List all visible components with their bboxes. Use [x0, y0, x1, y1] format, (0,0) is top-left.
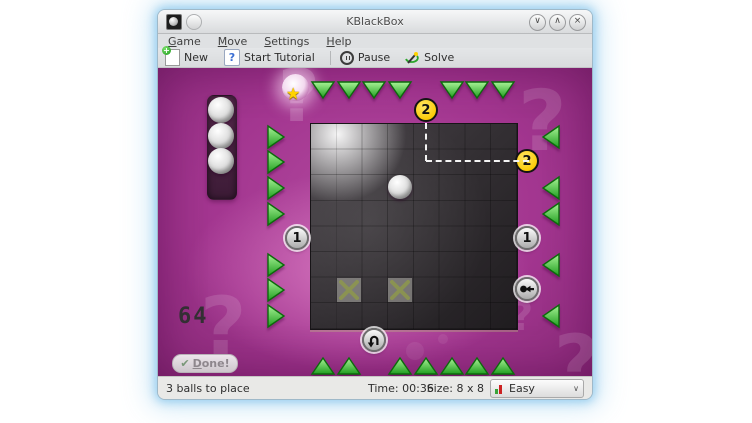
solve-wand-icon — [404, 50, 420, 66]
new-button[interactable]: + New — [165, 49, 208, 66]
laser-arrow-top[interactable] — [336, 78, 362, 102]
laser-arrow-right[interactable] — [538, 201, 564, 225]
solve-button-label: Solve — [424, 51, 454, 64]
laser-arrow-right[interactable] — [538, 124, 564, 148]
done-button-label: Done! — [193, 357, 230, 370]
tray-ball[interactable] — [208, 148, 234, 174]
tray-ball[interactable] — [208, 97, 234, 123]
cursor-star-icon: ★ — [286, 84, 300, 103]
difficulty-value: Easy — [509, 382, 535, 395]
laser-marker-2: 2 — [414, 98, 438, 122]
pause-button[interactable]: Pause — [340, 51, 390, 65]
laser-arrow-bottom[interactable] — [490, 354, 516, 376]
laser-arrow-bottom[interactable] — [336, 354, 362, 376]
difficulty-dropdown[interactable]: Easy ∨ — [490, 379, 584, 398]
laser-arrow-top[interactable] — [387, 78, 413, 102]
minimize-button[interactable]: ∨ — [529, 14, 546, 31]
solve-button[interactable]: Solve — [404, 50, 454, 66]
laser-arrow-left[interactable] — [263, 277, 289, 301]
tutorial-icon: ? — [224, 49, 240, 66]
laser-arrow-top[interactable] — [310, 78, 336, 102]
laser-marker-1: 1 — [285, 226, 309, 250]
laser-arrow-right[interactable] — [538, 303, 564, 327]
chevron-down-icon: ∨ — [573, 384, 579, 393]
hit-marker — [515, 277, 539, 301]
laser-arrow-top[interactable] — [464, 78, 490, 102]
time-status: Time: 00:36 — [368, 382, 434, 395]
laser-arrow-left[interactable] — [263, 149, 289, 173]
laser-path — [426, 160, 529, 162]
toolbar-separator — [330, 51, 331, 65]
laser-arrow-top[interactable] — [439, 78, 465, 102]
laser-arrow-top[interactable] — [490, 78, 516, 102]
laser-arrow-left[interactable] — [263, 124, 289, 148]
titlebar[interactable]: KBlackBox ∨ ∧ × — [158, 10, 592, 34]
laser-arrow-left[interactable] — [263, 175, 289, 199]
laser-arrow-bottom[interactable] — [413, 354, 439, 376]
bubble-decoration — [438, 334, 448, 344]
excluded-cell[interactable] — [337, 278, 361, 302]
laser-arrow-bottom[interactable] — [464, 354, 490, 376]
laser-arrow-left[interactable] — [263, 201, 289, 225]
laser-arrow-left[interactable] — [263, 303, 289, 327]
laser-path — [425, 123, 427, 161]
laser-arrow-right[interactable] — [538, 252, 564, 276]
laser-marker-1: 1 — [515, 226, 539, 250]
laser-arrow-top[interactable] — [361, 78, 387, 102]
balls-to-place-status: 3 balls to place — [166, 382, 250, 395]
menu-settings[interactable]: Settings — [264, 35, 309, 48]
pause-button-label: Pause — [358, 51, 390, 64]
start-tutorial-button[interactable]: ? Start Tutorial — [224, 49, 315, 66]
difficulty-icon — [495, 383, 505, 394]
window-menu-button[interactable] — [186, 14, 202, 30]
pause-icon — [340, 51, 354, 65]
maximize-button[interactable]: ∧ — [549, 14, 566, 31]
tray-ball[interactable] — [208, 123, 234, 149]
app-icon — [166, 14, 182, 30]
reflection-marker — [362, 328, 386, 352]
playfield: ? ? ? ? ? ★ 64 ✔ Done! 2121 — [158, 68, 592, 376]
menu-help[interactable]: Help — [326, 35, 351, 48]
tutorial-button-label: Start Tutorial — [244, 51, 315, 64]
laser-arrow-right[interactable] — [538, 175, 564, 199]
toolbar: + New ? Start Tutorial Pause Solve — [158, 48, 592, 68]
statusbar: 3 balls to place Time: 00:36 Size: 8 x 8… — [158, 376, 592, 399]
check-icon: ✔ — [180, 357, 189, 370]
close-button[interactable]: × — [569, 14, 586, 31]
menubar: Game Move Settings Help — [158, 34, 592, 48]
new-button-label: New — [184, 51, 208, 64]
window-title: KBlackBox — [158, 15, 592, 28]
score-counter: 64 — [178, 304, 209, 329]
laser-arrow-bottom[interactable] — [310, 354, 336, 376]
laser-arrow-bottom[interactable] — [387, 354, 413, 376]
kblackbox-window: KBlackBox ∨ ∧ × Game Move Settings Help … — [158, 10, 592, 399]
menu-move[interactable]: Move — [218, 35, 248, 48]
new-game-icon: + — [165, 49, 180, 66]
menu-game[interactable]: Game — [168, 35, 201, 48]
laser-arrow-bottom[interactable] — [439, 354, 465, 376]
excluded-cell[interactable] — [388, 278, 412, 302]
desktop: KBlackBox ∨ ∧ × Game Move Settings Help … — [0, 0, 752, 423]
laser-arrow-left[interactable] — [263, 252, 289, 276]
size-status: Size: 8 x 8 — [427, 382, 484, 395]
done-button[interactable]: ✔ Done! — [172, 354, 238, 373]
